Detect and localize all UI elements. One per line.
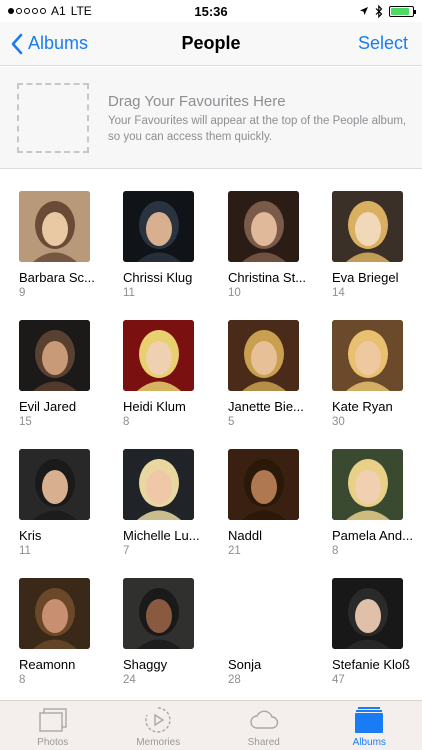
person-tile[interactable]: Naddl 21 [228,449,324,557]
person-photo [19,320,90,391]
person-tile[interactable]: Pamela And... 8 [332,449,422,557]
favourites-description: Your Favourites will appear at the top o… [108,115,407,143]
photos-icon [39,708,67,732]
person-name: Reamonn [19,657,76,672]
person-photo-count: 7 [123,545,130,557]
back-label: Albums [28,33,89,53]
person-tile[interactable]: Christina St... 10 [228,191,324,299]
person-photo [228,320,299,391]
person-photo-count: 24 [123,674,136,686]
person-photo [332,191,403,262]
tab-photos[interactable]: Photos [0,701,106,750]
carrier-label: A1 [51,4,66,18]
status-left: A1 LTE [8,4,92,18]
person-photo-count: 30 [332,416,345,428]
bluetooth-icon [375,4,383,18]
person-photo [228,449,299,520]
person-photo [123,578,194,649]
person-photo-count: 15 [19,416,32,428]
person-name: Stefanie Kloß [332,657,411,672]
albums-icon [355,707,384,733]
person-name: Kris [19,528,42,543]
select-button[interactable]: Select [358,33,408,54]
tab-shared-label: Shared [247,737,280,748]
status-bar: A1 LTE 15:36 [0,0,422,22]
tab-albums-label: Albums [352,737,386,748]
person-tile[interactable]: Janette Bie... 5 [228,320,324,428]
person-name: Barbara Sc... [19,270,95,285]
person-photo [19,449,90,520]
person-name: Naddl [228,528,262,543]
favourites-placeholder [17,83,89,153]
tab-memories-label: Memories [136,737,181,748]
back-to-albums-button[interactable]: Albums [10,33,88,55]
favourites-title: Drag Your Favourites Here [108,93,286,110]
cloud-icon [250,710,278,729]
person-photo-count: 9 [19,287,26,299]
person-photo-count: 14 [332,287,345,299]
network-label: LTE [70,4,92,18]
chevron-left-icon [11,33,23,54]
person-tile[interactable]: Kate Ryan 30 [332,320,422,428]
person-name: Evil Jared [19,399,77,414]
person-name: Janette Bie... [228,399,304,414]
person-tile[interactable]: Shaggy 24 [123,578,219,686]
person-name: Sonja [228,657,262,672]
person-tile[interactable]: Sonja 28 [228,578,324,686]
person-photo-count: 8 [123,416,130,428]
person-photo-count: 21 [228,545,241,557]
navigation-bar: Albums People Select [0,22,422,66]
person-name: Christina St... [228,270,307,285]
person-tile[interactable]: Chrissi Klug 11 [123,191,219,299]
memories-icon [145,707,171,733]
person-photo-count: 47 [332,674,345,686]
tab-memories[interactable]: Memories [106,701,212,750]
person-photo-count: 10 [228,287,241,299]
person-photo-count: 11 [123,287,135,299]
person-photo-count: 11 [19,545,31,557]
person-name: Michelle Lu... [123,528,200,543]
person-photo [123,191,194,262]
person-tile[interactable]: Heidi Klum 8 [123,320,219,428]
person-tile[interactable]: Kris 11 [19,449,115,557]
person-photo [123,449,194,520]
tab-albums[interactable]: Albums [317,701,422,750]
person-photo [19,578,90,649]
person-name: Shaggy [123,657,168,672]
person-tile[interactable]: Eva Briegel 14 [332,191,422,299]
tab-bar: Photos Memories Shared Albums [0,700,422,750]
person-tile[interactable]: Barbara Sc... 9 [19,191,115,299]
person-photo [19,191,90,262]
person-photo [332,320,403,391]
person-name: Chrissi Klug [123,270,193,285]
person-photo-count: 8 [332,545,339,557]
person-photo [123,320,194,391]
person-tile[interactable]: Stefanie Kloß 47 [332,578,422,686]
person-name: Eva Briegel [332,270,399,285]
person-photo [332,449,403,520]
tab-shared[interactable]: Shared [211,701,317,750]
person-photo-count: 28 [228,674,241,686]
person-name: Kate Ryan [332,399,393,414]
favourites-drop-zone[interactable]: Drag Your Favourites Here Your Favourite… [0,67,422,169]
person-photo-count: 8 [19,674,26,686]
person-name: Heidi Klum [123,399,186,414]
person-name: Pamela And... [332,528,413,543]
person-tile[interactable]: Reamonn 8 [19,578,115,686]
person-tile[interactable]: Evil Jared 15 [19,320,115,428]
person-photo [228,578,299,649]
person-photo-count: 5 [228,416,235,428]
tab-photos-label: Photos [37,737,69,748]
location-arrow-icon [360,7,368,15]
battery-icon [389,5,416,17]
signal-strength-icon [8,8,46,14]
person-photo [228,191,299,262]
status-right [359,4,416,18]
person-photo [332,578,403,649]
person-tile[interactable]: Michelle Lu... 7 [123,449,219,557]
